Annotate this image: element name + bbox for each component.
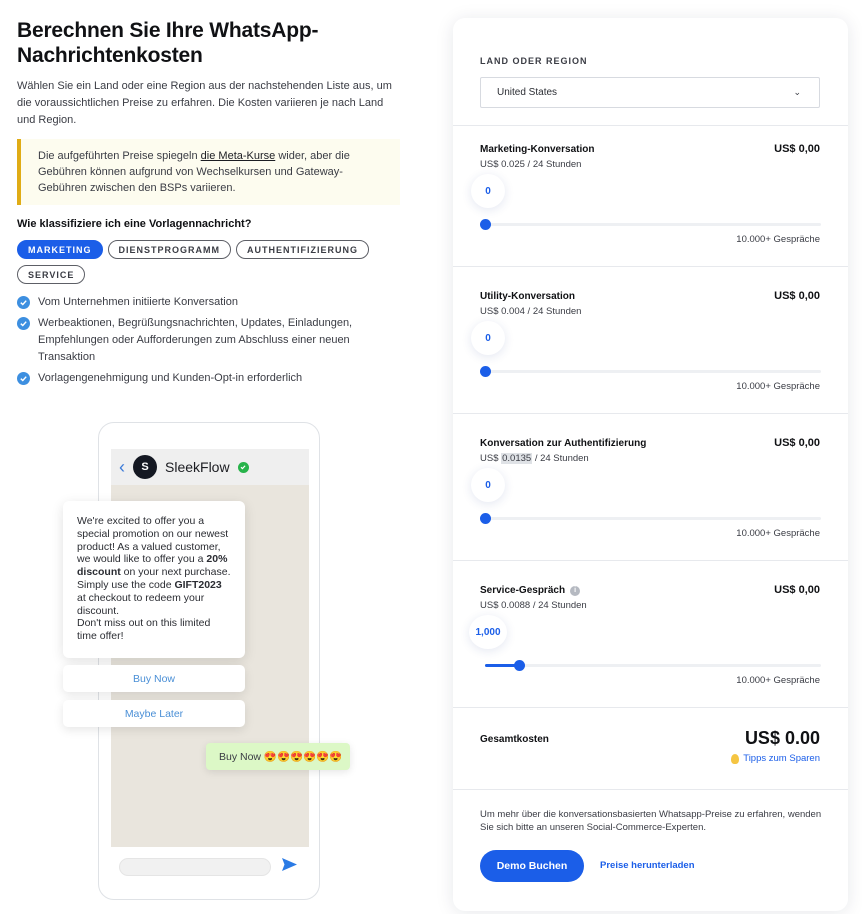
rate-period: / 24 Stunden xyxy=(530,600,587,611)
message-input xyxy=(119,858,271,876)
region-select[interactable]: United States ⌄ xyxy=(480,77,820,108)
total-value: US$ 0.00 xyxy=(744,728,820,748)
conversation-slider[interactable] xyxy=(480,366,821,377)
info-icon[interactable]: i xyxy=(570,585,581,596)
slider-value-bubble: 1,000 xyxy=(469,615,507,649)
intro-text: Wählen Sie ein Land oder eine Region aus… xyxy=(17,80,392,126)
slider-max-label: 10.000+ Gespräche xyxy=(736,381,820,392)
quick-reply-maybe-later: Maybe Later xyxy=(63,700,245,727)
section-title: Marketing-Konversation xyxy=(480,144,595,155)
section-rate: US$ 0.0088 / 24 Stunden xyxy=(480,600,587,611)
section-price: US$ 0,00 xyxy=(774,437,820,449)
rate-value: 0.025 xyxy=(501,159,525,170)
rate-value-highlighted: 0.0135 xyxy=(501,453,533,464)
category-tabs: MARKETING DIENSTPROGRAMM AUTHENTIFIZIERU… xyxy=(17,240,387,284)
download-prices-link[interactable]: Preise herunterladen xyxy=(600,860,695,871)
section-title: Utility-Konversation xyxy=(480,291,576,302)
tab-marketing[interactable]: MARKETING xyxy=(17,240,103,259)
section-price: US$ 0,00 xyxy=(774,143,820,155)
book-demo-button[interactable]: Demo Buchen xyxy=(480,850,584,882)
lightbulb-icon xyxy=(731,753,740,764)
section-rate: US$ 0.0135 / 24 Stunden xyxy=(480,453,589,464)
savings-tips-link[interactable]: Tipps zum Sparen xyxy=(731,753,820,764)
section-title: Service-Gespräch i xyxy=(480,585,581,596)
conversation-slider[interactable] xyxy=(480,219,821,230)
rate-currency: US$ xyxy=(480,453,502,464)
check-circle-icon xyxy=(17,296,30,309)
slider-value-bubble: 0 xyxy=(471,321,505,355)
section-price: US$ 0,00 xyxy=(774,290,820,302)
tab-utility[interactable]: DIENSTPROGRAMM xyxy=(107,240,231,259)
rate-currency: US$ xyxy=(480,159,502,170)
tips-label: Tipps zum Sparen xyxy=(743,753,820,764)
section-rate: US$ 0.004 / 24 Stunden xyxy=(480,306,581,317)
criteria-text: Vom Unternehmen initiierte Konversation xyxy=(38,296,238,308)
region-selected-value: United States xyxy=(497,87,558,98)
section-marketing: Marketing-Konversation US$ 0,00 US$ 0.02… xyxy=(453,125,848,266)
criteria-list: Vom Unternehmen initiierte Konversation … xyxy=(17,294,407,387)
calculator-card: LAND ODER REGION United States ⌄ Marketi… xyxy=(453,18,848,911)
tab-service[interactable]: SERVICE xyxy=(17,265,86,284)
message-text: Don't miss out on this limited time offe… xyxy=(77,617,211,643)
pricing-notice: Die aufgeführten Preise spiegeln die Met… xyxy=(17,139,400,205)
section-title-text: Service-Gespräch xyxy=(480,585,566,596)
list-item: Werbeaktionen, Begrüßungsnachrichten, Up… xyxy=(17,315,407,366)
rate-currency: US$ xyxy=(480,306,502,317)
slider-max-label: 10.000+ Gespräche xyxy=(736,675,820,686)
back-arrow-icon: ‹ xyxy=(119,457,125,477)
meta-rates-link[interactable]: die Meta-Kurse xyxy=(201,150,276,162)
rate-period: / 24 Stunden xyxy=(532,453,589,464)
section-authentication: Konversation zur Authentifizierung US$ 0… xyxy=(453,413,848,560)
section-service: Service-Gespräch i US$ 0,00 US$ 0.0088 / … xyxy=(453,560,848,707)
slider-thumb[interactable] xyxy=(480,366,491,377)
promo-message-bubble: We're excited to offer you a special pro… xyxy=(63,501,245,658)
quick-reply-buy-now: Buy Now xyxy=(63,665,245,692)
tab-authentication[interactable]: AUTHENTIFIZIERUNG xyxy=(236,240,369,259)
chat-header: ‹ S SleekFlow xyxy=(111,449,309,485)
intro-column: Berechnen Sie Ihre WhatsApp-Nachrichtenk… xyxy=(17,18,407,391)
brand-logo: S xyxy=(133,455,157,479)
list-item: Vorlagengenehmigung und Kunden-Opt-in er… xyxy=(17,370,407,387)
slider-max-label: 10.000+ Gespräche xyxy=(736,528,820,539)
slider-value-bubble: 0 xyxy=(471,468,505,502)
page-title: Berechnen Sie Ihre WhatsApp-Nachrichtenk… xyxy=(17,19,319,67)
list-item: Vom Unternehmen initiierte Konversation xyxy=(17,294,407,311)
total-label: Gesamtkosten xyxy=(480,734,549,745)
message-code: GIFT2023 xyxy=(174,578,222,591)
chat-input-bar xyxy=(111,847,309,887)
rate-period: / 24 Stunden xyxy=(524,306,582,317)
conversation-slider[interactable] xyxy=(485,660,821,671)
message-text: at checkout to redeem your discount. xyxy=(77,591,205,617)
section-rate: US$ 0.025 / 24 Stunden xyxy=(480,159,581,170)
send-icon xyxy=(281,857,298,877)
rate-currency: US$ xyxy=(480,600,502,611)
brand-name: SleekFlow xyxy=(165,459,230,475)
section-utility: Utility-Konversation US$ 0,00 US$ 0.004 … xyxy=(453,266,848,413)
slider-thumb[interactable] xyxy=(514,660,525,671)
criteria-text: Werbeaktionen, Begrüßungsnachrichten, Up… xyxy=(38,317,353,363)
region-label: LAND ODER REGION xyxy=(480,56,588,66)
conversation-slider[interactable] xyxy=(480,513,821,524)
customer-reply-bubble: Buy Now 😍😍😍😍😍😍 xyxy=(206,743,350,770)
notice-text-before: Die aufgeführten Preise spiegeln xyxy=(38,150,201,162)
slider-thumb[interactable] xyxy=(480,513,491,524)
criteria-text: Vorlagengenehmigung und Kunden-Opt-in er… xyxy=(38,372,303,384)
rate-value: 0.004 xyxy=(501,306,525,317)
chevron-down-icon: ⌄ xyxy=(793,87,801,97)
slider-max-label: 10.000+ Gespräche xyxy=(736,234,820,245)
section-price: US$ 0,00 xyxy=(774,584,820,596)
classification-question: Wie klassifiziere ich eine Vorlagennachr… xyxy=(17,218,252,230)
check-circle-icon xyxy=(17,317,30,330)
check-circle-icon xyxy=(17,372,30,385)
rate-period: / 24 Stunden xyxy=(524,159,582,170)
section-title: Konversation zur Authentifizierung xyxy=(480,438,647,449)
slider-value-bubble: 0 xyxy=(471,174,505,208)
slider-thumb[interactable] xyxy=(480,219,491,230)
phone-mockup: ‹ S SleekFlow xyxy=(98,422,320,900)
rate-value: 0.0088 xyxy=(501,600,531,611)
footer-text: Um mehr über die konversationsbasierten … xyxy=(480,809,822,833)
verified-badge-icon xyxy=(237,461,249,473)
